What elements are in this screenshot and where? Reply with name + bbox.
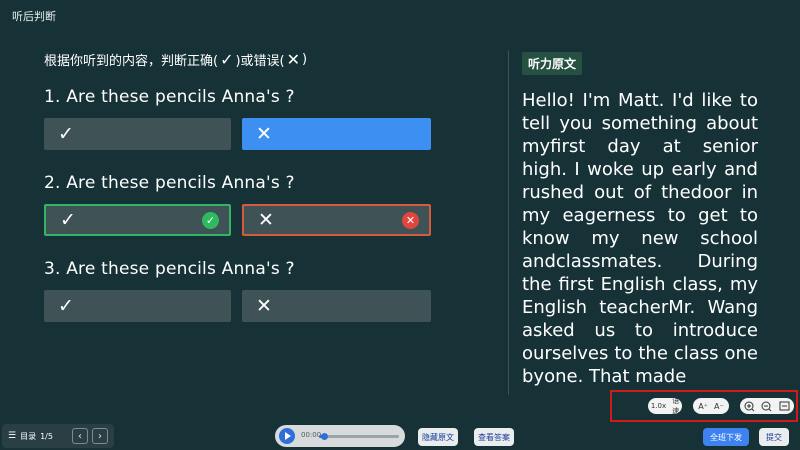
audio-progress-track[interactable] [319,433,399,440]
play-icon[interactable] [279,428,295,444]
hide-transcript-button[interactable]: 隐藏原文 [418,428,458,446]
cross-icon: ✕ [256,295,272,317]
zoom-controls-icons [744,401,790,412]
transcript-text[interactable]: Hello! I'm Matt. I'd like to tell you so… [522,89,758,394]
font-size-controls[interactable]: A⁺ A⁻ [693,398,729,414]
instruction: 根据你听到的内容，判断正确( ✓ )或错误( ✕ ) [44,50,307,69]
question-3: 3. Are these pencils Anna's ? [44,259,295,279]
speed-button[interactable]: 1.0x 语速 [648,397,682,415]
cross-icon: ✕ [286,50,301,69]
instruction-middle: )或错误( [235,54,285,69]
check-icon: ✓ [220,50,234,69]
submit-button[interactable]: 提交 [759,428,789,446]
check-icon: ✓ [58,123,74,145]
q1-true-option[interactable]: ✓ [44,118,231,150]
question-1: 1. Are these pencils Anna's ? [44,87,295,107]
check-icon: ✓ [58,295,74,317]
zoom-in-icon[interactable] [744,401,755,412]
speed-label: 语速 [672,397,680,415]
transcript-label: 听力原文 [522,52,583,75]
cross-icon: ✕ [256,123,272,145]
x-circle-icon: ✕ [402,211,419,229]
speed-value: 1.0x [650,402,667,410]
q3-false-option[interactable]: ✕ [242,290,431,322]
q3-true-option[interactable]: ✓ [44,290,231,322]
q2-false-option[interactable]: ✕ ✕ [242,204,431,236]
page-header-title: 听后判断 [12,10,56,23]
publish-all-button[interactable]: 全班下发 [703,428,749,446]
prev-button[interactable]: ‹ [72,428,88,444]
menu-icon[interactable]: ☰ [8,431,16,441]
next-button[interactable]: › [92,428,108,444]
audio-progress-knob[interactable] [320,433,328,440]
q1-false-option[interactable]: ✕ [242,118,431,150]
audio-player: 00:00 [275,425,405,447]
nav-label[interactable]: 目录 [20,431,36,442]
divider [508,50,509,395]
check-circle-icon: ✓ [202,211,219,229]
instruction-prefix: 根据你听到的内容，判断正确( [44,54,219,69]
check-icon: ✓ [60,209,76,231]
question-2: 2. Are these pencils Anna's ? [44,173,295,193]
zoom-controls[interactable] [740,398,794,414]
view-answer-button[interactable]: 查看答案 [474,428,514,446]
font-increase-button[interactable]: A⁺ [698,402,708,411]
font-decrease-button[interactable]: A⁻ [714,402,724,411]
cross-icon: ✕ [258,209,274,231]
fit-icon[interactable] [779,401,790,411]
q2-true-option[interactable]: ✓ ✓ [44,204,231,236]
page-indicator: 1/5 [40,431,53,441]
zoom-out-icon[interactable] [761,401,772,412]
instruction-suffix: ) [302,52,308,67]
